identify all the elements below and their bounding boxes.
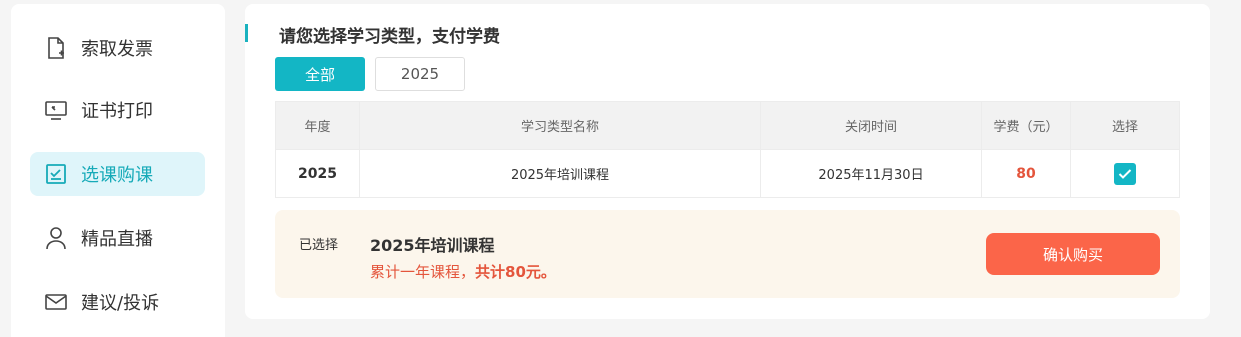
table-row: 2025 2025年培训课程 2025年11月30日 80 (275, 149, 1180, 198)
desc-prefix: 累计一年课程， (370, 263, 476, 281)
selected-course-name: 2025年培训课程 (370, 236, 495, 255)
main-panel: 请您选择学习类型，支付学费 全部 2025 年度 学习类型名称 关闭时间 学费（… (245, 4, 1210, 319)
select-checkbox[interactable] (1114, 162, 1136, 185)
header-year: 年度 (275, 101, 360, 150)
sidebar-item-certificate-print[interactable]: 证书打印 (30, 88, 205, 132)
sidebar-item-label: 选课购课 (81, 165, 153, 186)
sidebar: 索取发票 证书打印 选课购课 精品直播 建议/投诉 (11, 4, 225, 337)
cell-year: 2025 (275, 149, 360, 198)
sidebar-item-course-select[interactable]: 选课购课 (30, 152, 205, 196)
selection-summary: 已选择 2025年培训课程 累计一年课程，共计80元。 确认购买 (275, 210, 1180, 298)
invoice-icon (44, 36, 68, 60)
sidebar-item-live[interactable]: 精品直播 (30, 216, 205, 260)
check-icon (1118, 168, 1132, 179)
user-icon (44, 226, 68, 250)
desc-total: 共计80元。 (475, 263, 556, 281)
table-header-row: 年度 学习类型名称 关闭时间 学费（元） 选择 (275, 101, 1180, 150)
mail-icon (44, 290, 68, 314)
header-type-name: 学习类型名称 (359, 101, 761, 150)
header-select: 选择 (1070, 101, 1180, 150)
selected-label: 已选择 (299, 238, 339, 253)
course-table: 年度 学习类型名称 关闭时间 学费（元） 选择 2025 2025年培训课程 2… (275, 101, 1180, 198)
tab-all[interactable]: 全部 (275, 57, 365, 91)
cell-fee: 80 (981, 149, 1071, 198)
header-fee: 学费（元） (981, 101, 1071, 150)
page-title: 请您选择学习类型，支付学费 (279, 27, 500, 47)
sidebar-item-label: 索取发票 (81, 39, 153, 60)
sidebar-item-label: 证书打印 (81, 101, 153, 122)
cell-select (1070, 149, 1180, 198)
certificate-print-icon (44, 98, 68, 122)
sidebar-item-label: 精品直播 (81, 229, 153, 250)
selected-course-desc: 累计一年课程，共计80元。 (370, 261, 556, 282)
tab-2025[interactable]: 2025 (375, 57, 465, 91)
sidebar-item-label: 建议/投诉 (81, 293, 160, 314)
header-close-time: 关闭时间 (760, 101, 982, 150)
course-select-icon (44, 162, 68, 186)
title-accent-bar (245, 24, 248, 42)
cell-close-time: 2025年11月30日 (760, 149, 982, 198)
sidebar-item-invoice[interactable]: 索取发票 (30, 26, 205, 70)
cell-type-name: 2025年培训课程 (359, 149, 761, 198)
sidebar-item-feedback[interactable]: 建议/投诉 (30, 280, 205, 324)
confirm-purchase-button[interactable]: 确认购买 (986, 233, 1160, 275)
